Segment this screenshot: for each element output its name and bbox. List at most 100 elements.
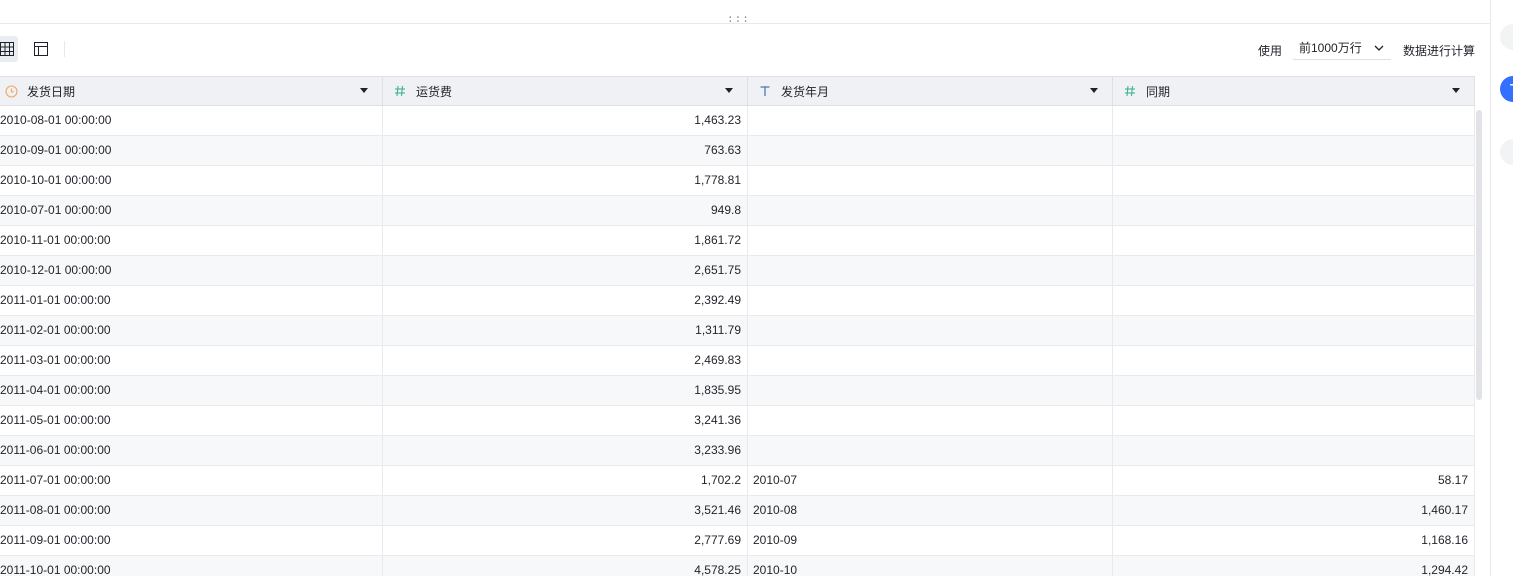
side-panel-button[interactable]	[1500, 24, 1513, 50]
cell-freight[interactable]: 1,463.23	[383, 106, 748, 135]
cell-ship-date[interactable]: 2011-01-01 00:00:00	[0, 286, 383, 315]
cell-same-period[interactable]	[1113, 166, 1475, 195]
cell-ship-date[interactable]: 2010-11-01 00:00:00	[0, 226, 383, 255]
cell-freight[interactable]: 4,578.25	[383, 556, 748, 576]
table-row[interactable]: 2010-09-01 00:00:00 763.63	[0, 136, 1475, 166]
cell-ship-date[interactable]: 2011-06-01 00:00:00	[0, 436, 383, 465]
cell-ship-date[interactable]: 2010-08-01 00:00:00	[0, 106, 383, 135]
cell-freight[interactable]: 1,311.79	[383, 316, 748, 345]
resize-handle-icon[interactable]: :::	[727, 13, 750, 24]
cell-freight[interactable]: 1,702.2	[383, 466, 748, 495]
vertical-scrollbar[interactable]	[1476, 110, 1482, 400]
cell-freight[interactable]: 3,241.36	[383, 406, 748, 435]
clock-icon	[4, 84, 18, 98]
cell-freight[interactable]: 763.63	[383, 136, 748, 165]
side-panel-add-button[interactable]	[1500, 139, 1513, 165]
chevron-down-icon	[1374, 45, 1384, 51]
cell-ship-year-month[interactable]	[748, 106, 1113, 135]
cell-same-period[interactable]: 58.17	[1113, 466, 1475, 495]
column-header-ship-year-month[interactable]: 发货年月	[748, 77, 1113, 105]
avatar[interactable]: T	[1500, 76, 1513, 102]
cell-same-period[interactable]	[1113, 256, 1475, 285]
cell-ship-year-month[interactable]	[748, 226, 1113, 255]
cell-ship-year-month[interactable]: 2010-10	[748, 556, 1113, 576]
column-menu-icon[interactable]	[360, 88, 368, 93]
cell-ship-date[interactable]: 2011-09-01 00:00:00	[0, 526, 383, 555]
table-row[interactable]: 2010-08-01 00:00:00 1,463.23	[0, 106, 1475, 136]
cell-ship-year-month[interactable]	[748, 316, 1113, 345]
column-header-same-period[interactable]: 同期	[1113, 77, 1475, 105]
cell-same-period[interactable]	[1113, 346, 1475, 375]
cell-same-period[interactable]: 1,294.42	[1113, 556, 1475, 576]
cell-ship-date[interactable]: 2011-02-01 00:00:00	[0, 316, 383, 345]
cell-same-period[interactable]	[1113, 316, 1475, 345]
cell-ship-year-month[interactable]	[748, 346, 1113, 375]
table-row[interactable]: 2011-09-01 00:00:00 2,777.69 2010-09 1,168.…	[0, 526, 1475, 556]
cell-freight[interactable]: 1,835.95	[383, 376, 748, 405]
cell-freight[interactable]: 1,861.72	[383, 226, 748, 255]
pivot-view-button[interactable]	[30, 36, 52, 62]
cell-ship-year-month[interactable]	[748, 256, 1113, 285]
table-row[interactable]: 2010-11-01 00:00:00 1,861.72	[0, 226, 1475, 256]
cell-ship-year-month[interactable]	[748, 196, 1113, 225]
cell-ship-year-month[interactable]	[748, 136, 1113, 165]
cell-ship-date[interactable]: 2010-12-01 00:00:00	[0, 256, 383, 285]
table-row[interactable]: 2011-08-01 00:00:00 3,521.46 2010-08 1,460.…	[0, 496, 1475, 526]
cell-same-period[interactable]	[1113, 436, 1475, 465]
cell-ship-date[interactable]: 2011-10-01 00:00:00	[0, 556, 383, 576]
cell-freight[interactable]: 1,778.81	[383, 166, 748, 195]
cell-ship-date[interactable]: 2010-07-01 00:00:00	[0, 196, 383, 225]
column-header-freight[interactable]: 运货费	[383, 77, 748, 105]
cell-ship-date[interactable]: 2011-08-01 00:00:00	[0, 496, 383, 525]
column-menu-icon[interactable]	[725, 88, 733, 93]
cell-ship-year-month[interactable]: 2010-08	[748, 496, 1113, 525]
cell-ship-year-month[interactable]	[748, 376, 1113, 405]
cell-ship-year-month[interactable]	[748, 436, 1113, 465]
column-menu-icon[interactable]	[1090, 88, 1098, 93]
cell-freight[interactable]: 949.8	[383, 196, 748, 225]
cell-same-period[interactable]: 1,460.17	[1113, 496, 1475, 525]
table-row[interactable]: 2010-10-01 00:00:00 1,778.81	[0, 166, 1475, 196]
cell-ship-date[interactable]: 2010-09-01 00:00:00	[0, 136, 383, 165]
cell-ship-year-month[interactable]: 2010-07	[748, 466, 1113, 495]
cell-same-period[interactable]	[1113, 226, 1475, 255]
column-header-label: 运货费	[416, 84, 453, 99]
cell-same-period[interactable]: 1,168.16	[1113, 526, 1475, 555]
cell-same-period[interactable]	[1113, 286, 1475, 315]
cell-freight[interactable]: 2,469.83	[383, 346, 748, 375]
cell-ship-date[interactable]: 2011-07-01 00:00:00	[0, 466, 383, 495]
row-limit-select[interactable]: 前1000万行	[1293, 36, 1391, 60]
cell-ship-year-month[interactable]: 2010-09	[748, 526, 1113, 555]
cell-freight[interactable]: 2,392.49	[383, 286, 748, 315]
table-row[interactable]: 2011-07-01 00:00:00 1,702.2 2010-07 58.17	[0, 466, 1475, 496]
cell-ship-date[interactable]: 2011-03-01 00:00:00	[0, 346, 383, 375]
cell-ship-year-month[interactable]	[748, 166, 1113, 195]
cell-same-period[interactable]	[1113, 376, 1475, 405]
cell-freight[interactable]: 2,651.75	[383, 256, 748, 285]
column-header-ship-date[interactable]: 发货日期	[0, 77, 383, 105]
table-row[interactable]: 2010-12-01 00:00:00 2,651.75	[0, 256, 1475, 286]
cell-same-period[interactable]	[1113, 406, 1475, 435]
cell-same-period[interactable]	[1113, 106, 1475, 135]
table-row[interactable]: 2011-10-01 00:00:00 4,578.25 2010-10 1,294.…	[0, 556, 1475, 576]
cell-same-period[interactable]	[1113, 196, 1475, 225]
cell-ship-date[interactable]: 2011-04-01 00:00:00	[0, 376, 383, 405]
cell-freight[interactable]: 3,521.46	[383, 496, 748, 525]
text-t-icon	[758, 84, 772, 98]
cell-ship-year-month[interactable]	[748, 286, 1113, 315]
cell-ship-date[interactable]: 2010-10-01 00:00:00	[0, 166, 383, 195]
cell-ship-date[interactable]: 2011-05-01 00:00:00	[0, 406, 383, 435]
table-row[interactable]: 2010-07-01 00:00:00 949.8	[0, 196, 1475, 226]
grid-view-button[interactable]	[0, 36, 18, 62]
table-row[interactable]: 2011-05-01 00:00:00 3,241.36	[0, 406, 1475, 436]
table-row[interactable]: 2011-01-01 00:00:00 2,392.49	[0, 286, 1475, 316]
table-row[interactable]: 2011-02-01 00:00:00 1,311.79	[0, 316, 1475, 346]
cell-freight[interactable]: 2,777.69	[383, 526, 748, 555]
table-row[interactable]: 2011-03-01 00:00:00 2,469.83	[0, 346, 1475, 376]
cell-same-period[interactable]	[1113, 136, 1475, 165]
cell-freight[interactable]: 3,233.96	[383, 436, 748, 465]
table-row[interactable]: 2011-06-01 00:00:00 3,233.96	[0, 436, 1475, 466]
table-row[interactable]: 2011-04-01 00:00:00 1,835.95	[0, 376, 1475, 406]
column-menu-icon[interactable]	[1452, 88, 1460, 93]
cell-ship-year-month[interactable]	[748, 406, 1113, 435]
